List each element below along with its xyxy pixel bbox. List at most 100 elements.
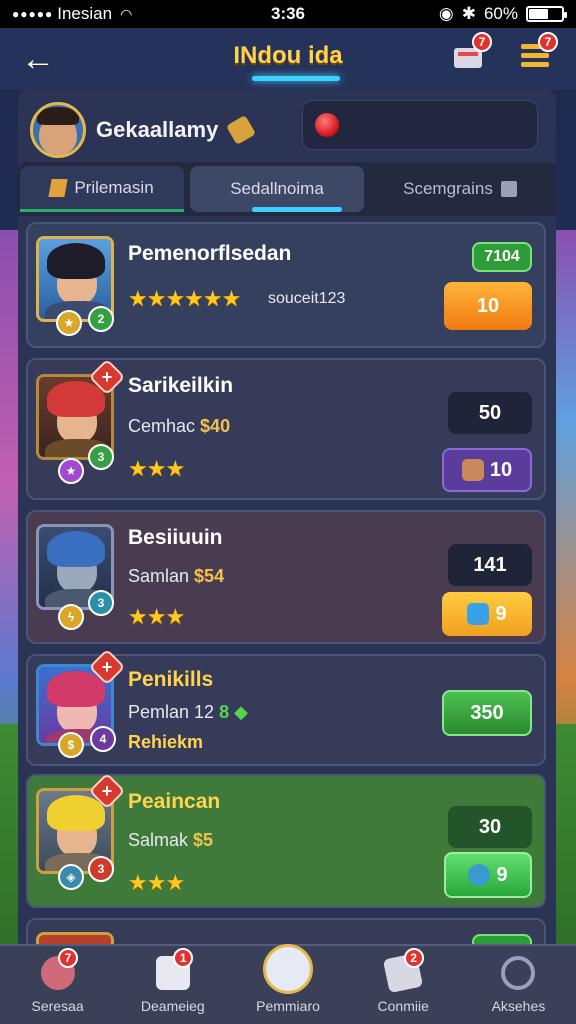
cost-value: 8 bbox=[219, 702, 230, 722]
purchase-value: 9 bbox=[495, 602, 507, 625]
cost-label: Salmak bbox=[128, 830, 189, 850]
nav-badge: 2 bbox=[403, 948, 424, 968]
hero-stars: ★★★ bbox=[128, 604, 185, 629]
puzzle-icon bbox=[467, 603, 490, 625]
menu-button[interactable]: 7 bbox=[518, 32, 558, 74]
tab-prilemasin[interactable]: Prilemasin bbox=[20, 166, 184, 212]
coin-badge-icon: $ bbox=[58, 732, 84, 758]
purchase-button[interactable]: 10 bbox=[442, 448, 532, 492]
hero-cost: Samlan $54 bbox=[128, 566, 224, 587]
cost-label: Samlan bbox=[128, 566, 190, 586]
purchase-button[interactable]: 350 bbox=[442, 690, 532, 736]
nav-label: Aksehes bbox=[491, 998, 546, 1014]
status-bar: ●●●●● Inesian ◠ 3:36 ◉ ✱ 60% bbox=[0, 0, 576, 28]
cost-value: $5 bbox=[193, 830, 214, 850]
nav-label: Pemmiaro bbox=[256, 998, 320, 1014]
cost-label: Cemhac bbox=[128, 416, 196, 436]
nav-item-seresaa[interactable]: 7 Seresaa bbox=[0, 946, 115, 1024]
nav-label: Deameieg bbox=[140, 998, 205, 1014]
bottom-nav: 7 Seresaa 1 Deameieg Pemmiaro 2 Conmiie … bbox=[0, 944, 576, 1024]
hero-stars: ★★★ bbox=[128, 870, 185, 895]
nav-badge: 7 bbox=[58, 948, 78, 968]
chart-icon bbox=[500, 181, 517, 197]
hero-score: 141 bbox=[448, 544, 532, 586]
tab-scemgrains[interactable]: Scemgrains bbox=[370, 166, 550, 212]
hero-name: Pemenorflsedan bbox=[128, 242, 292, 265]
bag-icon bbox=[461, 459, 484, 481]
carrier-name: Inesian bbox=[57, 4, 113, 23]
hero-name: Besiiuuin bbox=[128, 526, 223, 549]
purchase-value: 9 bbox=[496, 863, 508, 886]
level-badge: 3 bbox=[88, 590, 114, 616]
nav-item-conmiie[interactable]: 2 Conmiie bbox=[346, 946, 461, 1024]
upgrade-button[interactable]: 10 bbox=[444, 282, 532, 330]
search-icon bbox=[501, 956, 536, 990]
avatar[interactable] bbox=[30, 102, 86, 158]
nav-badge: 1 bbox=[173, 948, 194, 968]
star-badge-icon: ★ bbox=[56, 310, 82, 336]
level-badge: 3 bbox=[88, 444, 114, 470]
tab-label: Sedallnoima bbox=[230, 179, 324, 198]
tab-label: Prilemasin bbox=[74, 177, 154, 197]
active-tab-indicator bbox=[252, 207, 342, 212]
lightning-badge-icon: ϟ bbox=[58, 604, 84, 630]
level-badge: 4 bbox=[90, 726, 116, 752]
cost-value: $54 bbox=[194, 566, 225, 586]
level-badge: 2 bbox=[88, 306, 114, 332]
hero-extra: Rehiekm bbox=[128, 732, 204, 752]
edit-icon[interactable] bbox=[226, 114, 257, 146]
nav-item-aksehes[interactable]: Aksehes bbox=[461, 946, 576, 1024]
hero-card[interactable]: + ◈ 3 Peaincan Salmak $5 ★★★ 30 9 bbox=[26, 772, 546, 908]
battery-icon bbox=[526, 6, 567, 22]
star-badge-icon: ★ bbox=[58, 458, 84, 484]
nav-label: Conmiie bbox=[377, 998, 429, 1014]
hero-card[interactable]: + ★ 3 Sarikeilkin Cemhac $40 ★★★ 50 10 bbox=[26, 358, 546, 500]
hero-cost: Cemhac $40 bbox=[128, 416, 230, 437]
hero-card[interactable]: ★ 2 Pemenorflsedan ★★★★★★ souceit123 710… bbox=[26, 222, 546, 348]
hero-subtext: souceit123 bbox=[268, 290, 346, 307]
purchase-button[interactable]: 9 bbox=[442, 592, 532, 636]
level-badge: 3 bbox=[88, 856, 114, 882]
purchase-value: 10 bbox=[489, 458, 513, 481]
profile-header: Gekaallamy bbox=[30, 98, 330, 162]
mail-badge: 7 bbox=[472, 32, 492, 52]
cost-label: Pemlan 12 bbox=[128, 702, 215, 722]
signal-indicator: ●●●●● bbox=[12, 7, 54, 21]
hero-tag: 7104 bbox=[472, 242, 532, 272]
hero-stars: ★★★ bbox=[128, 456, 185, 481]
tab-label: Scemgrains bbox=[403, 179, 493, 198]
wifi-icon: ◠ bbox=[120, 5, 133, 22]
hero-cost: Salmak $5 bbox=[128, 830, 213, 851]
location-icon: ◉ bbox=[438, 4, 454, 23]
nav-item-pemmiaro[interactable]: Pemmiaro bbox=[230, 944, 345, 1024]
hero-cost: Pemlan 12 8 ◆ bbox=[128, 702, 248, 723]
shield-badge-icon: ◈ bbox=[58, 864, 84, 890]
menu-badge: 7 bbox=[538, 32, 558, 52]
clock: 3:36 bbox=[270, 4, 306, 23]
battery-fill bbox=[529, 9, 549, 19]
tab-sedallnoima[interactable]: Sedallnoima bbox=[190, 166, 364, 212]
hero-card[interactable]: ϟ 3 Besiiuuin Samlan $54 ★★★ 141 9 bbox=[26, 510, 546, 644]
battery-percent: 60% bbox=[483, 4, 518, 23]
nav-item-deameieg[interactable]: 1 Deameieg bbox=[115, 946, 230, 1024]
search-box[interactable] bbox=[302, 100, 538, 150]
hero-name: Peaincan bbox=[128, 790, 221, 813]
cost-value: $40 bbox=[200, 416, 231, 436]
search-input[interactable] bbox=[349, 114, 529, 136]
nav-label: Seresaa bbox=[31, 998, 84, 1014]
record-icon[interactable] bbox=[315, 113, 339, 137]
profile-name: Gekaallamy bbox=[96, 117, 219, 142]
gem-icon: ◆ bbox=[234, 702, 248, 722]
mail-button[interactable]: 7 bbox=[452, 32, 492, 74]
hero-score: 50 bbox=[448, 392, 532, 434]
main-panel: Gekaallamy Prilemasin Sedallnoima Scemgr… bbox=[18, 90, 556, 962]
hero-avatar-icon bbox=[263, 944, 313, 994]
top-bar: ← INdou ida 7 7 bbox=[0, 28, 576, 90]
hero-card[interactable]: + $ 4 Penikills Pemlan 12 8 ◆ Rehiekm 35… bbox=[26, 648, 546, 766]
hero-stars: ★★★★★★ bbox=[128, 286, 241, 311]
hero-score: 30 bbox=[448, 806, 532, 848]
title-underline bbox=[252, 76, 340, 81]
gem-icon bbox=[468, 864, 491, 886]
purchase-button[interactable]: 9 bbox=[444, 852, 532, 898]
shield-icon bbox=[48, 178, 68, 197]
